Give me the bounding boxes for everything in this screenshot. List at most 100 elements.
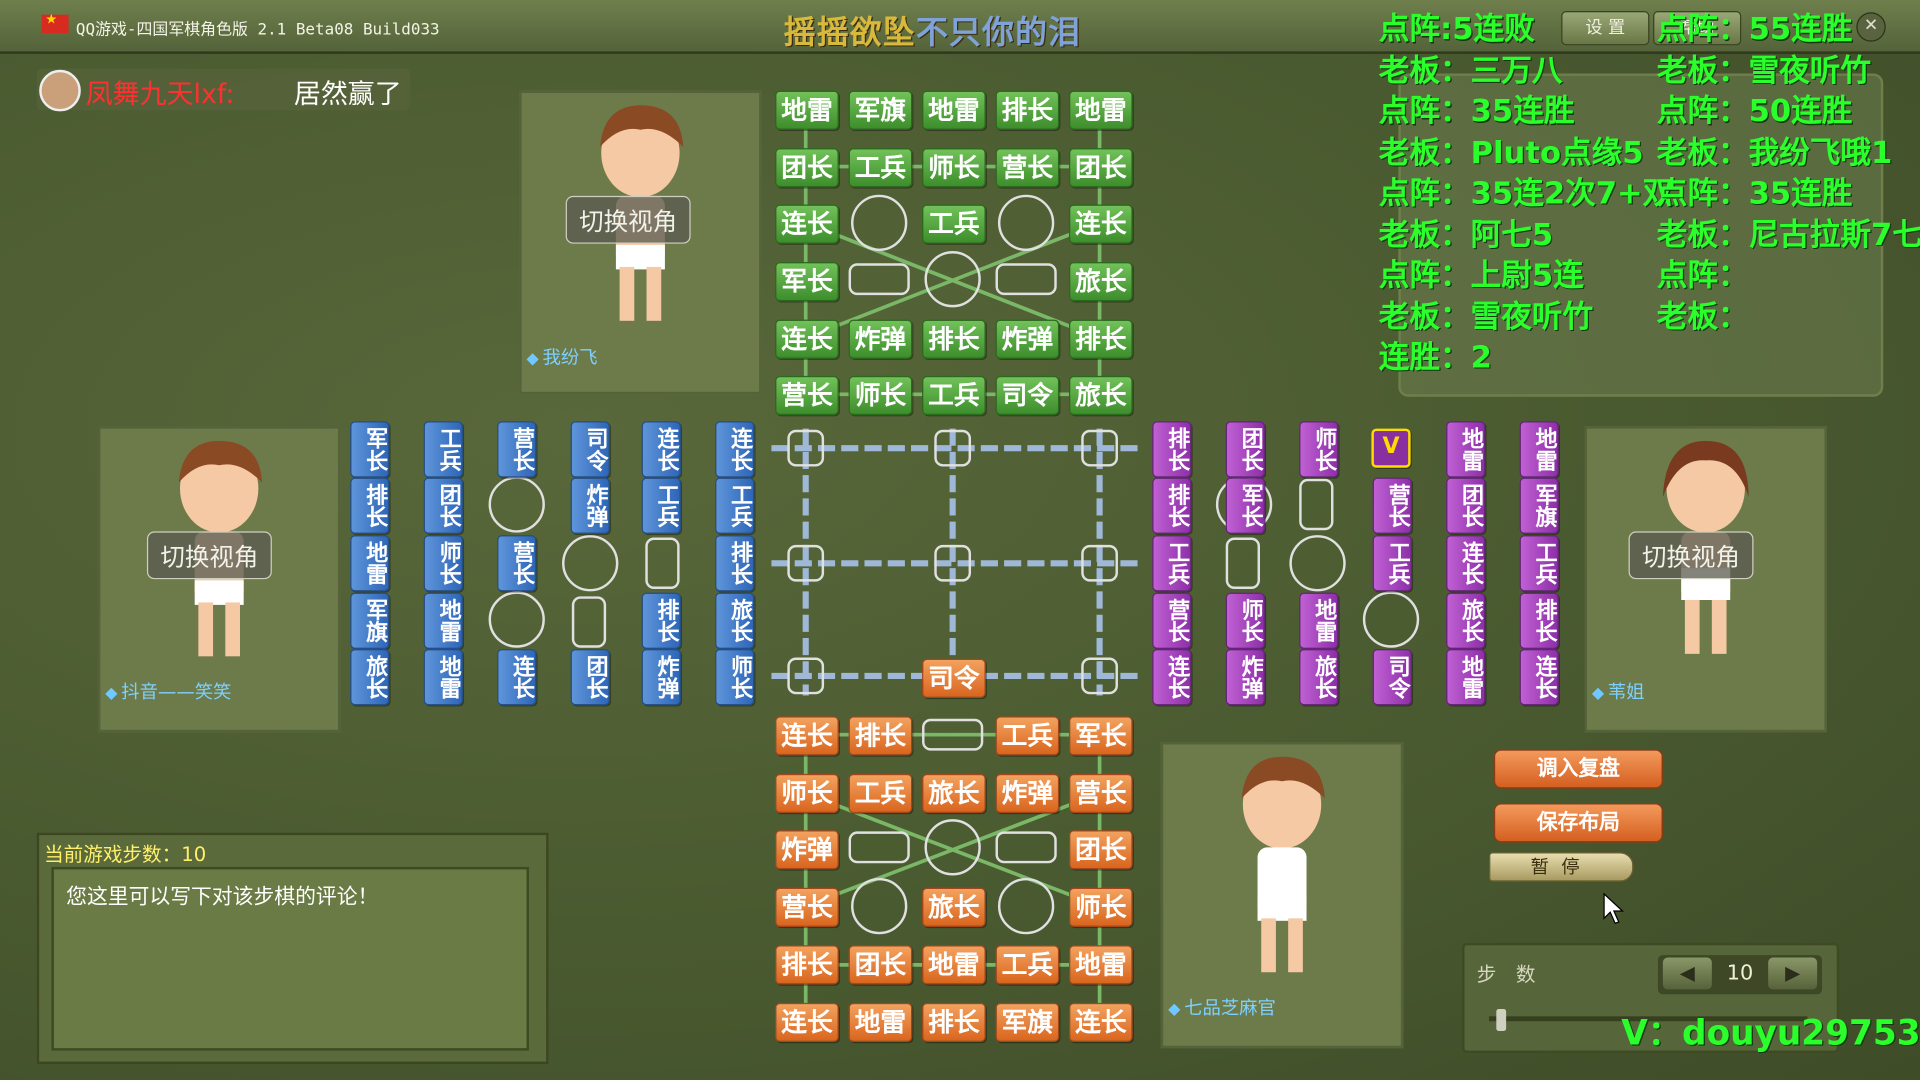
orange-piece[interactable]: 军旗 xyxy=(995,1002,1060,1043)
purple-piece[interactable]: 地雷 xyxy=(1446,421,1486,478)
orange-piece[interactable]: 排长 xyxy=(922,1002,986,1043)
green-piece[interactable]: 排长 xyxy=(922,319,986,359)
purple-piece[interactable]: 工兵 xyxy=(1519,535,1559,592)
purple-piece[interactable]: 连长 xyxy=(1519,648,1559,706)
blue-piece[interactable]: 师长 xyxy=(423,535,463,592)
orange-piece[interactable]: 营长 xyxy=(1068,773,1133,814)
purple-piece[interactable]: 排长 xyxy=(1152,477,1192,534)
green-piece[interactable]: 师长 xyxy=(848,375,913,416)
purple-piece[interactable]: 排长 xyxy=(1152,421,1192,478)
orange-piece[interactable]: 连长 xyxy=(775,716,839,756)
save-layout-button[interactable]: 保存布局 xyxy=(1493,803,1663,843)
purple-piece[interactable]: 司令 xyxy=(1372,648,1412,706)
green-piece[interactable]: 工兵 xyxy=(922,204,986,244)
green-piece[interactable]: 军旗 xyxy=(848,90,913,130)
orange-piece[interactable]: 师长 xyxy=(775,773,839,814)
selected-piece-marker[interactable]: V xyxy=(1371,428,1411,468)
blue-piece[interactable]: 连长 xyxy=(641,421,681,478)
green-piece[interactable]: 地雷 xyxy=(775,90,839,130)
green-piece[interactable]: 工兵 xyxy=(922,375,986,416)
next-step-button[interactable]: ▶ xyxy=(1768,957,1818,990)
blue-piece[interactable]: 地雷 xyxy=(423,648,463,706)
purple-piece[interactable]: 营长 xyxy=(1152,592,1192,649)
orange-piece[interactable]: 排长 xyxy=(848,716,913,756)
load-replay-button[interactable]: 调入复盘 xyxy=(1493,749,1663,789)
blue-piece[interactable]: 地雷 xyxy=(350,535,390,592)
orange-piece[interactable]: 地雷 xyxy=(848,1002,913,1043)
purple-piece[interactable]: 师长 xyxy=(1225,592,1265,649)
blue-piece[interactable]: 团长 xyxy=(570,648,610,706)
green-piece[interactable]: 军长 xyxy=(775,262,839,302)
purple-piece[interactable]: 排长 xyxy=(1519,592,1559,649)
orange-piece[interactable]: 排长 xyxy=(775,945,839,985)
orange-piece[interactable]: 团长 xyxy=(848,945,913,985)
orange-piece[interactable]: 地雷 xyxy=(1068,945,1133,985)
orange-piece[interactable]: 连长 xyxy=(1068,1002,1133,1043)
blue-piece[interactable]: 连长 xyxy=(715,421,755,478)
green-piece[interactable]: 旅长 xyxy=(1068,262,1133,302)
orange-piece[interactable]: 炸弹 xyxy=(775,830,839,870)
blue-piece[interactable]: 团长 xyxy=(423,477,463,534)
blue-piece[interactable]: 地雷 xyxy=(423,592,463,649)
step-slider-handle[interactable] xyxy=(1496,1008,1507,1032)
orange-piece[interactable]: 团长 xyxy=(1068,830,1133,870)
green-piece[interactable]: 工兵 xyxy=(848,148,913,188)
green-piece[interactable]: 地雷 xyxy=(922,90,986,130)
green-piece[interactable]: 团长 xyxy=(1068,148,1133,188)
center-piece[interactable]: 司令 xyxy=(922,658,986,698)
green-piece[interactable]: 炸弹 xyxy=(848,319,913,359)
orange-piece[interactable]: 连长 xyxy=(775,1002,839,1043)
blue-piece[interactable]: 师长 xyxy=(715,648,755,706)
blue-piece[interactable]: 排长 xyxy=(715,535,755,592)
purple-piece[interactable]: 地雷 xyxy=(1299,592,1339,649)
orange-piece[interactable]: 师长 xyxy=(1068,887,1133,927)
purple-piece[interactable]: 团长 xyxy=(1446,477,1486,534)
orange-piece[interactable]: 地雷 xyxy=(922,945,986,985)
green-piece[interactable]: 地雷 xyxy=(1068,90,1133,130)
pause-button[interactable]: 暂停 xyxy=(1488,852,1634,882)
orange-piece[interactable]: 炸弹 xyxy=(995,773,1060,814)
blue-piece[interactable]: 炸弹 xyxy=(570,477,610,534)
blue-piece[interactable]: 工兵 xyxy=(641,477,681,534)
blue-piece[interactable]: 旅长 xyxy=(350,648,390,706)
green-piece[interactable]: 连长 xyxy=(1068,204,1133,244)
blue-piece[interactable]: 排长 xyxy=(641,592,681,649)
purple-piece[interactable]: 连长 xyxy=(1152,648,1192,706)
purple-piece[interactable]: 工兵 xyxy=(1152,535,1192,592)
blue-piece[interactable]: 营长 xyxy=(497,535,537,592)
blue-piece[interactable]: 军旗 xyxy=(350,592,390,649)
green-piece[interactable]: 旅长 xyxy=(1068,375,1133,416)
purple-piece[interactable]: 地雷 xyxy=(1446,648,1486,706)
green-piece[interactable]: 司令 xyxy=(995,375,1060,416)
blue-piece[interactable]: 连长 xyxy=(497,648,537,706)
green-piece[interactable]: 排长 xyxy=(995,90,1060,130)
purple-piece[interactable]: 旅长 xyxy=(1446,592,1486,649)
blue-piece[interactable]: 军长 xyxy=(350,421,390,478)
orange-piece[interactable]: 工兵 xyxy=(995,945,1060,985)
purple-piece[interactable]: 连长 xyxy=(1446,535,1486,592)
purple-piece[interactable]: 地雷 xyxy=(1519,421,1559,478)
orange-piece[interactable]: 军长 xyxy=(1068,716,1133,756)
orange-piece[interactable]: 营长 xyxy=(775,887,839,927)
green-piece[interactable]: 营长 xyxy=(995,148,1060,188)
blue-piece[interactable]: 炸弹 xyxy=(641,648,681,706)
green-piece[interactable]: 炸弹 xyxy=(995,319,1060,359)
purple-piece[interactable]: 工兵 xyxy=(1372,535,1412,592)
purple-piece[interactable]: 军旗 xyxy=(1519,477,1559,534)
blue-piece[interactable]: 旅长 xyxy=(715,592,755,649)
green-piece[interactable]: 营长 xyxy=(775,375,839,416)
orange-piece[interactable]: 旅长 xyxy=(922,773,986,814)
blue-piece[interactable]: 司令 xyxy=(570,421,610,478)
green-piece[interactable]: 排长 xyxy=(1068,319,1133,359)
green-piece[interactable]: 连长 xyxy=(775,319,839,359)
purple-piece[interactable]: 团长 xyxy=(1225,421,1265,478)
blue-piece[interactable]: 营长 xyxy=(497,421,537,478)
green-piece[interactable]: 团长 xyxy=(775,148,839,188)
previous-step-button[interactable]: ◀ xyxy=(1662,957,1712,990)
purple-piece[interactable]: 炸弹 xyxy=(1225,648,1265,706)
green-piece[interactable]: 连长 xyxy=(775,204,839,244)
comment-textarea[interactable]: 您这里可以写下对该步棋的评论！ xyxy=(51,866,529,1051)
blue-piece[interactable]: 排长 xyxy=(350,477,390,534)
blue-piece[interactable]: 工兵 xyxy=(423,421,463,478)
orange-piece[interactable]: 工兵 xyxy=(995,716,1060,756)
